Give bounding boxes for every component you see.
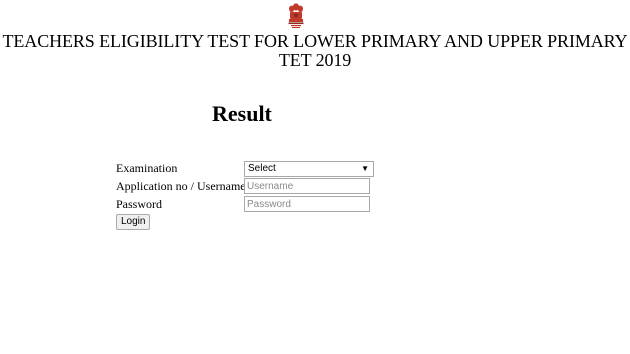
exam-title-line-2: TET 2019	[278, 50, 352, 70]
examination-select[interactable]: Select ▼	[244, 161, 374, 177]
examination-selected-value: Select	[248, 163, 276, 174]
password-input[interactable]	[244, 196, 370, 212]
exam-title-line-1: TEACHERS ELIGIBILITY TEST FOR LOWER PRIM…	[2, 31, 628, 51]
exam-heading: TEACHERS ELIGIBILITY TEST FOR LOWER PRIM…	[0, 32, 630, 70]
national-emblem-icon	[288, 3, 304, 28]
page: TEACHERS ELIGIBILITY TEST FOR LOWER PRIM…	[0, 0, 630, 354]
username-label: Application no / Username	[116, 179, 246, 193]
password-label: Password	[116, 197, 163, 211]
examination-label: Examination	[116, 161, 178, 175]
dropdown-arrow-icon: ▼	[361, 164, 369, 173]
login-button[interactable]: Login	[116, 214, 151, 230]
username-input[interactable]	[244, 178, 370, 194]
page-title: Result	[212, 101, 272, 126]
